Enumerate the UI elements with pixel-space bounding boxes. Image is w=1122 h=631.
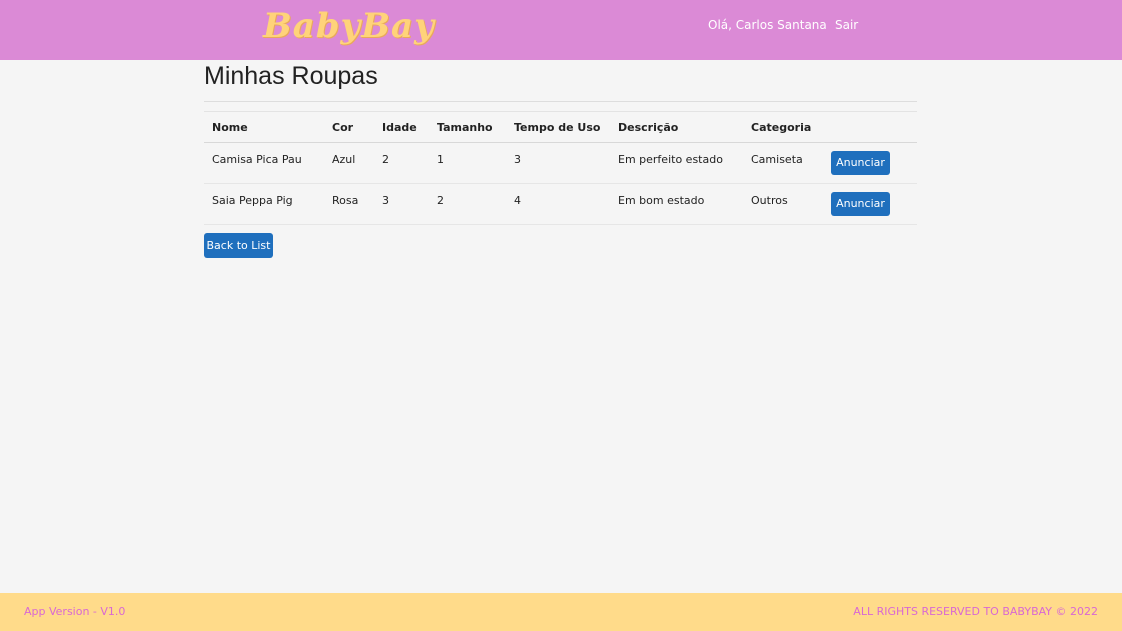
cell-descricao: Em bom estado: [610, 183, 743, 225]
table-row: Saia Peppa Pig Rosa 3 2 4 Em bom estado …: [204, 183, 917, 225]
copyright-text: ALL RIGHTS RESERVED TO BABYBAY © 2022: [853, 605, 1098, 618]
anunciar-button[interactable]: Anunciar: [831, 192, 890, 216]
cell-cor: Azul: [324, 142, 374, 184]
cell-categoria: Outros: [743, 183, 823, 225]
cell-tamanho: 1: [429, 142, 506, 184]
cell-tamanho: 2: [429, 183, 506, 225]
cell-nome: Saia Peppa Pig: [204, 183, 324, 225]
column-header-descricao: Descrição: [610, 111, 743, 143]
column-header-actions: [823, 111, 917, 143]
user-greeting-link[interactable]: Olá, Carlos Santana: [708, 18, 827, 32]
top-navbar: BabyBay Olá, Carlos Santana Sair: [0, 0, 1122, 60]
title-divider: [204, 101, 917, 102]
page-title: Minhas Roupas: [204, 62, 378, 90]
column-header-idade: Idade: [374, 111, 429, 143]
column-header-categoria: Categoria: [743, 111, 823, 143]
clothes-table: Nome Cor Idade Tamanho Tempo de Uso Desc…: [204, 111, 917, 225]
cell-tempo-de-uso: 4: [506, 183, 610, 225]
cell-actions: Anunciar: [823, 183, 917, 225]
anunciar-button[interactable]: Anunciar: [831, 151, 890, 175]
column-header-tempo-de-uso: Tempo de Uso: [506, 111, 610, 143]
cell-actions: Anunciar: [823, 142, 917, 184]
table-row: Camisa Pica Pau Azul 2 1 3 Em perfeito e…: [204, 142, 917, 184]
cell-idade: 3: [374, 183, 429, 225]
cell-descricao: Em perfeito estado: [610, 142, 743, 184]
cell-categoria: Camiseta: [743, 142, 823, 184]
column-header-nome: Nome: [204, 111, 324, 143]
cell-tempo-de-uso: 3: [506, 142, 610, 184]
page-footer: App Version - V1.0 ALL RIGHTS RESERVED T…: [0, 593, 1122, 631]
cell-cor: Rosa: [324, 183, 374, 225]
back-to-list-button[interactable]: Back to List: [204, 233, 273, 258]
table-header-row: Nome Cor Idade Tamanho Tempo de Uso Desc…: [204, 111, 917, 143]
column-header-tamanho: Tamanho: [429, 111, 506, 143]
column-header-cor: Cor: [324, 111, 374, 143]
cell-nome: Camisa Pica Pau: [204, 142, 324, 184]
cell-idade: 2: [374, 142, 429, 184]
babybay-logo[interactable]: BabyBay: [263, 6, 435, 46]
logout-link[interactable]: Sair: [835, 18, 858, 32]
app-version-text: App Version - V1.0: [24, 605, 126, 618]
